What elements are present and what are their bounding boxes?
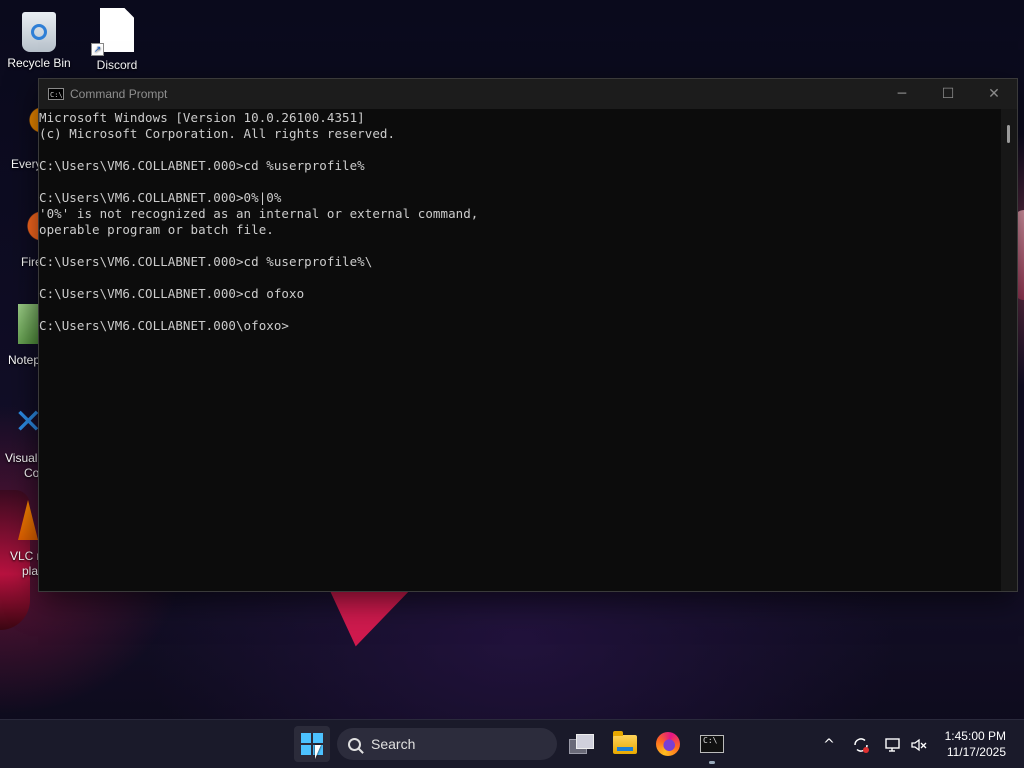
desktop-icon-label: Notep (8, 353, 41, 367)
close-button[interactable]: ✕ (971, 79, 1017, 109)
volume-button[interactable] (908, 734, 930, 756)
minimize-button[interactable]: ─ (879, 79, 925, 109)
notepad-icon (18, 304, 38, 344)
clock-time: 1:45:00 PM (944, 729, 1006, 743)
console-line: C:\Users\VM6.COLLABNET.000>cd %userprofi… (39, 254, 373, 269)
console-line (39, 174, 1001, 190)
firefox-icon (656, 732, 680, 756)
desktop-icon-label: pla (22, 564, 39, 578)
console-line (39, 142, 1001, 158)
console-line (39, 238, 1001, 254)
terminal-icon: C:\ (700, 735, 724, 753)
system-clock[interactable]: 1:45:00 PM 11/17/2025 (945, 728, 1006, 760)
taskbar-search[interactable]: Search (337, 728, 557, 760)
console-line: C:\Users\VM6.COLLABNET.000>cd %userprofi… (39, 158, 365, 173)
shortcut-arrow-icon: ↗ (91, 43, 104, 56)
console-output[interactable]: Microsoft Windows [Version 10.0.26100.43… (39, 109, 1001, 591)
command-prompt-taskbar-button[interactable]: C:\ (694, 726, 730, 764)
title-bar[interactable]: C:\ Command Prompt ─ ☐ ✕ (39, 79, 1017, 109)
task-view-icon (569, 734, 594, 754)
console-line: C:\Users\VM6.COLLABNET.000>cd ofoxo (39, 286, 305, 301)
scrollbar-thumb[interactable] (1007, 125, 1010, 143)
search-icon (348, 737, 361, 751)
search-label: Search (371, 736, 416, 752)
monitor-network-icon (885, 738, 900, 752)
start-button[interactable] (294, 726, 330, 762)
console-line (39, 302, 1001, 318)
command-prompt-icon: C:\ (48, 88, 64, 100)
desktop-icon-label: Visual (5, 451, 38, 465)
file-explorer-button[interactable] (607, 726, 643, 762)
desktop-icon-recycle-bin[interactable]: Recycle Bin (1, 8, 77, 70)
desktop-icon-label: Discord (96, 58, 138, 72)
window-title: Command Prompt (70, 87, 168, 101)
chevron-up-icon: ^ (823, 737, 835, 753)
active-indicator (709, 761, 715, 764)
console-line: operable program or batch file. (39, 222, 274, 237)
console-line: C:\Users\VM6.COLLABNET.000>0%|0% (39, 190, 282, 205)
clock-date: 11/17/2025 (946, 745, 1006, 759)
maximize-button[interactable]: ☐ (925, 79, 971, 109)
folder-icon (613, 730, 637, 754)
mouse-cursor (315, 745, 321, 759)
network-button[interactable] (882, 734, 904, 756)
desktop-icon-discord[interactable]: ↗ Discord (79, 8, 155, 72)
sync-status-button[interactable] (850, 734, 872, 756)
sync-icon (854, 738, 869, 753)
console-prompt-line[interactable]: C:\Users\VM6.COLLABNET.000\ofoxo> (39, 318, 1001, 334)
console-line: (c) Microsoft Corporation. All rights re… (39, 126, 396, 141)
recycle-bin-icon (22, 12, 56, 52)
console-line: '0%' is not recognized as an internal or… (39, 206, 479, 221)
vertical-scrollbar[interactable] (1001, 109, 1017, 591)
console-line: Microsoft Windows [Version 10.0.26100.43… (39, 110, 365, 125)
speaker-muted-icon (911, 738, 927, 752)
task-view-button[interactable] (563, 726, 599, 762)
taskbar: Search C:\ ^ 1:45:00 PM 11/17/2025 (0, 719, 1024, 768)
command-prompt-window[interactable]: C:\ Command Prompt ─ ☐ ✕ Microsoft Windo… (38, 78, 1018, 592)
show-hidden-icons-button[interactable]: ^ (818, 734, 840, 756)
desktop-icon-label: Recycle Bin (7, 56, 71, 70)
console-line (39, 270, 1001, 286)
file-icon: ↗ (91, 8, 139, 56)
firefox-taskbar-button[interactable] (650, 726, 686, 762)
